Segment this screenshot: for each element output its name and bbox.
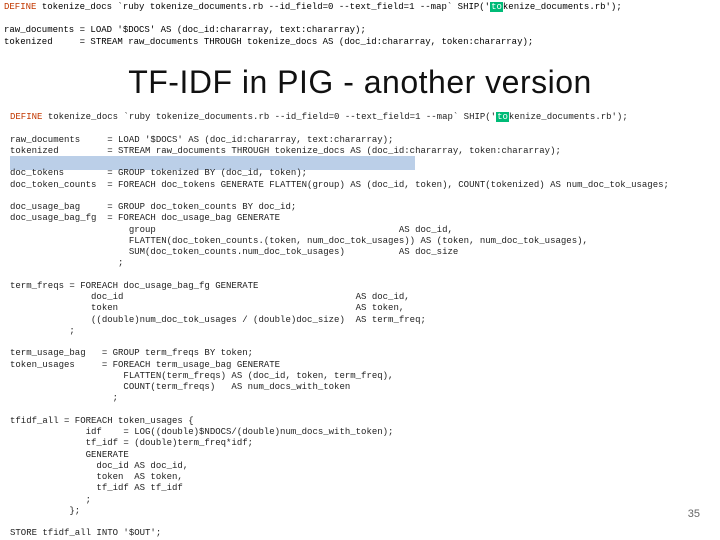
c24: FLATTEN(term_freqs) AS (doc_id, token, t… <box>10 371 393 381</box>
c29: idf = LOG((double)$NDOCS/(double)num_doc… <box>10 427 393 437</box>
c11: group AS doc_id, <box>10 225 453 235</box>
c26: ; <box>10 393 118 403</box>
frag-line2: raw_documents = LOAD '$DOCS' AS (doc_id:… <box>4 25 366 35</box>
c28: tfidf_all = FOREACH token_usages { <box>10 416 194 426</box>
frag-line3: tokenized = STREAM raw_documents THROUGH… <box>4 37 533 47</box>
frag-line1-post: kenize_documents.rb'); <box>503 2 622 12</box>
frag-line1-hl: to <box>490 2 503 12</box>
pig-code-block: DEFINE tokenize_docs `ruby tokenize_docu… <box>10 112 710 540</box>
c34: tf_idf AS tf_idf <box>10 483 183 493</box>
slide: DEFINE tokenize_docs `ruby tokenize_docu… <box>0 0 720 540</box>
c04: tokenized = STREAM raw_documents THROUGH… <box>10 146 561 156</box>
c19: ((double)num_doc_tok_usages / (double)do… <box>10 315 426 325</box>
c36: }; <box>10 506 80 516</box>
frag-line1-pre: tokenize_docs `ruby tokenize_documents.r… <box>42 2 490 12</box>
c23: token_usages = FOREACH term_usage_bag GE… <box>10 360 280 370</box>
top-code-fragment: DEFINE tokenize_docs `ruby tokenize_docu… <box>4 2 716 49</box>
c01b: to <box>496 112 509 122</box>
c31: GENERATE <box>10 450 129 460</box>
c06: doc_tokens = GROUP tokenized BY (doc_id,… <box>10 168 307 178</box>
c22: term_usage_bag = GROUP term_freqs BY tok… <box>10 348 253 358</box>
c18: token AS token, <box>10 303 404 313</box>
c01c: kenize_documents.rb'); <box>509 112 628 122</box>
c14: ; <box>10 258 123 268</box>
c09: doc_usage_bag = GROUP doc_token_counts B… <box>10 202 296 212</box>
c30: tf_idf = (double)term_freq*idf; <box>10 438 253 448</box>
c16: term_freqs = FOREACH doc_usage_bag_fg GE… <box>10 281 258 291</box>
c35: ; <box>10 495 91 505</box>
page-number: 35 <box>688 508 700 520</box>
c13: SUM(doc_token_counts.num_doc_tok_usages)… <box>10 247 458 257</box>
c10: doc_usage_bag_fg = FOREACH doc_usage_bag… <box>10 213 280 223</box>
c32: doc_id AS doc_id, <box>10 461 188 471</box>
c03: raw_documents = LOAD '$DOCS' AS (doc_id:… <box>10 135 393 145</box>
c17: doc_id AS doc_id, <box>10 292 410 302</box>
c25: COUNT(term_freqs) AS num_docs_with_token <box>10 382 350 392</box>
c33: token AS token, <box>10 472 183 482</box>
c38: STORE tfidf_all INTO '$OUT'; <box>10 528 161 538</box>
c12: FLATTEN(doc_token_counts.(token, num_doc… <box>10 236 588 246</box>
c20: ; <box>10 326 75 336</box>
c07: doc_token_counts = FOREACH doc_tokens GE… <box>10 180 669 190</box>
slide-title: TF-IDF in PIG - another version <box>0 64 720 101</box>
c01a: tokenize_docs `ruby tokenize_documents.r… <box>48 112 496 122</box>
